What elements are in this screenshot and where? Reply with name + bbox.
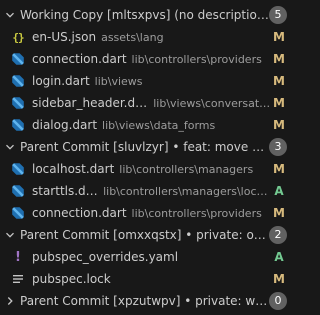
file-status-badge: M — [273, 272, 285, 286]
commit-group-header[interactable]: Parent Commit [sluvlzyr] • feat: move ch… — [0, 136, 295, 158]
file-name: pubspec_overrides.yaml — [32, 250, 179, 264]
lines-icon — [10, 268, 26, 290]
changed-file-item[interactable]: starttls.dart lib\controllers\managers\lo… — [0, 180, 295, 202]
changed-file-item[interactable]: pubspec.lock M — [0, 268, 295, 290]
yaml-exclamation-icon: ! — [15, 249, 21, 265]
file-path: lib\controllers\providers — [131, 52, 262, 66]
source-control-tree: Working Copy [mltsxpvs] (no description)… — [0, 0, 295, 315]
file-path: assets\lang — [101, 30, 164, 44]
json-braces-icon: {} — [12, 30, 24, 44]
file-name: en-US.json — [32, 30, 97, 44]
file-status-badge: M — [273, 206, 285, 220]
file-status-badge: M — [273, 118, 285, 132]
dart-icon — [10, 158, 26, 180]
dart-icon — [10, 180, 26, 202]
change-count-badge: 2 — [269, 226, 287, 244]
change-count-badge: 3 — [269, 138, 287, 156]
dart-icon — [10, 92, 26, 114]
file-name: sidebar_header.dart — [32, 96, 149, 110]
dart-icon — [10, 202, 26, 224]
file-path: lib\controllers\providers — [131, 206, 262, 220]
commit-group-title: Parent Commit [omxxqstx] • private: ove.… — [20, 228, 269, 242]
commit-group-title: Parent Commit [sluvlzyr] • feat: move ch… — [20, 140, 269, 154]
file-path: lib\views — [94, 74, 143, 88]
file-status-badge: M — [273, 162, 285, 176]
change-count-badge: 0 — [269, 292, 287, 310]
chevron-down-icon[interactable] — [2, 4, 18, 26]
changed-file-item[interactable]: ! pubspec_overrides.yaml A — [0, 246, 295, 268]
chevron-down-icon[interactable] — [2, 136, 18, 158]
changed-file-item[interactable]: login.dart lib\views M — [0, 70, 295, 92]
file-name: connection.dart — [32, 206, 127, 220]
changed-file-item[interactable]: connection.dart lib\controllers\providers… — [0, 202, 295, 224]
file-name: connection.dart — [32, 52, 127, 66]
file-name: starttls.dart — [32, 184, 99, 198]
file-status-badge: A — [274, 250, 284, 264]
file-name: pubspec.lock — [32, 272, 111, 286]
changed-file-item[interactable]: sidebar_header.dart lib\views\conversatio… — [0, 92, 295, 114]
file-name: localhost.dart — [32, 162, 115, 176]
changed-file-item[interactable]: connection.dart lib\controllers\providers… — [0, 48, 295, 70]
dart-icon — [10, 70, 26, 92]
file-name: login.dart — [32, 74, 90, 88]
dart-icon — [10, 114, 26, 136]
file-status-badge: A — [274, 184, 284, 198]
commit-group-header[interactable]: Parent Commit [omxxqstx] • private: ove.… — [0, 224, 295, 246]
chevron-down-icon[interactable] — [2, 224, 18, 246]
commit-group-title: Working Copy [mltsxpvs] (no description) — [20, 8, 269, 22]
file-path: lib\controllers\managers\localh... — [103, 184, 272, 198]
commit-group-header[interactable]: Parent Commit [xpzutwpv] • private: wip:… — [0, 290, 295, 312]
file-path: lib\views\data_forms — [102, 118, 216, 132]
file-status-badge: M — [273, 52, 285, 66]
commit-group-header[interactable]: Working Copy [mltsxpvs] (no description)… — [0, 4, 295, 26]
changed-file-item[interactable]: localhost.dart lib\controllers\managers M — [0, 158, 295, 180]
chevron-right-icon[interactable] — [2, 290, 18, 312]
changed-file-item[interactable]: {} en-US.json assets\lang M — [0, 26, 295, 48]
change-count-badge: 5 — [269, 6, 287, 24]
commit-group-title: Parent Commit [xpzutwpv] • private: wip:… — [20, 294, 269, 308]
file-path: lib\controllers\managers — [119, 162, 254, 176]
file-status-badge: M — [273, 96, 285, 110]
file-name: dialog.dart — [32, 118, 98, 132]
dart-icon — [10, 48, 26, 70]
changed-file-item[interactable]: dialog.dart lib\views\data_forms M — [0, 114, 295, 136]
file-path: lib\views\conversation — [153, 96, 272, 110]
file-status-badge: M — [273, 74, 285, 88]
file-status-badge: M — [273, 30, 285, 44]
